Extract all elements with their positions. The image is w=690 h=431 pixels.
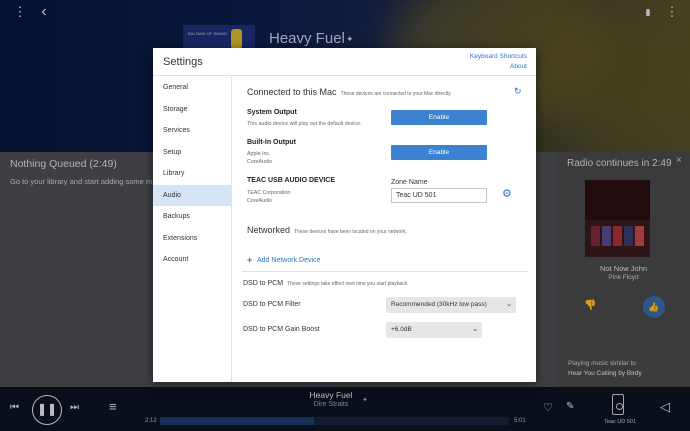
- settings-dialog: Settings Keyboard Shortcuts About Genera…: [153, 48, 536, 382]
- networked-note: These devices have been located on your …: [294, 229, 407, 235]
- device-description: This audio device will play out the defa…: [247, 121, 362, 127]
- add-network-device-link[interactable]: Add Network Device: [257, 257, 320, 264]
- dsd-filter-select[interactable]: Recommended (30kHz low pass) ⌄: [386, 297, 516, 313]
- dsd-gain-value: +6.0dB: [391, 326, 412, 333]
- nav-backups[interactable]: Backups: [153, 206, 231, 228]
- chevron-down-icon: ⌄: [472, 326, 478, 333]
- settings-header: Settings Keyboard Shortcuts About: [153, 48, 536, 76]
- nav-general[interactable]: General: [153, 77, 231, 99]
- gear-icon[interactable]: ⚙: [502, 187, 512, 200]
- dsd-gain-label: DSD to PCM Gain Boost: [243, 326, 320, 333]
- zone-name-field[interactable]: Teac UD 501: [391, 188, 487, 203]
- enable-builtin-output-button[interactable]: Enable: [391, 145, 487, 160]
- refresh-icon[interactable]: ↻: [514, 86, 522, 97]
- dsd-filter-value: Recommended (30kHz low pass): [391, 301, 487, 308]
- nav-audio[interactable]: Audio: [153, 184, 231, 206]
- device-name: System Output: [247, 109, 297, 116]
- keyboard-shortcuts-link[interactable]: Keyboard Shortcuts: [470, 53, 527, 60]
- nav-services[interactable]: Services: [153, 120, 231, 142]
- device-driver: CoreAudio: [247, 198, 273, 204]
- section-divider: [242, 271, 528, 272]
- dsd-heading: DSD to PCM These settings take effect nex…: [243, 280, 409, 287]
- chevron-down-icon: ⌄: [506, 301, 512, 308]
- device-driver: CoreAudio: [247, 159, 273, 165]
- connected-heading: Connected to this Mac These devices are c…: [247, 87, 452, 97]
- settings-title: Settings: [163, 56, 203, 68]
- connected-heading-text: Connected to this Mac: [247, 87, 337, 97]
- connected-note: These devices are connected to your Mac …: [340, 91, 452, 97]
- device-vendor: Apple Inc.: [247, 151, 271, 157]
- settings-nav: General Storage Services Setup Library A…: [153, 77, 232, 382]
- networked-heading: Networked These devices have been located…: [247, 225, 407, 235]
- nav-library[interactable]: Library: [153, 163, 231, 185]
- dsd-heading-text: DSD to PCM: [243, 280, 284, 287]
- zone-name-label: Zone Name: [391, 179, 428, 186]
- dsd-note: These settings take effect next time you…: [287, 281, 409, 287]
- device-name: Built-In Output: [247, 139, 296, 146]
- dsd-filter-label: DSD to PCM Filter: [243, 301, 301, 308]
- nav-setup[interactable]: Setup: [153, 142, 231, 164]
- nav-account[interactable]: Account: [153, 249, 231, 271]
- device-vendor: TEAC Corporation: [247, 190, 291, 196]
- audio-settings: Connected to this Mac These devices are c…: [233, 77, 536, 382]
- about-link[interactable]: About: [510, 63, 527, 70]
- plus-icon[interactable]: +: [247, 255, 252, 265]
- nav-storage[interactable]: Storage: [153, 99, 231, 121]
- enable-system-output-button[interactable]: Enable: [391, 110, 487, 125]
- networked-heading-text: Networked: [247, 225, 291, 235]
- dsd-gain-select[interactable]: +6.0dB ⌄: [386, 322, 482, 338]
- device-name: TEAC USB AUDIO DEVICE: [247, 177, 336, 184]
- nav-extensions[interactable]: Extensions: [153, 228, 231, 250]
